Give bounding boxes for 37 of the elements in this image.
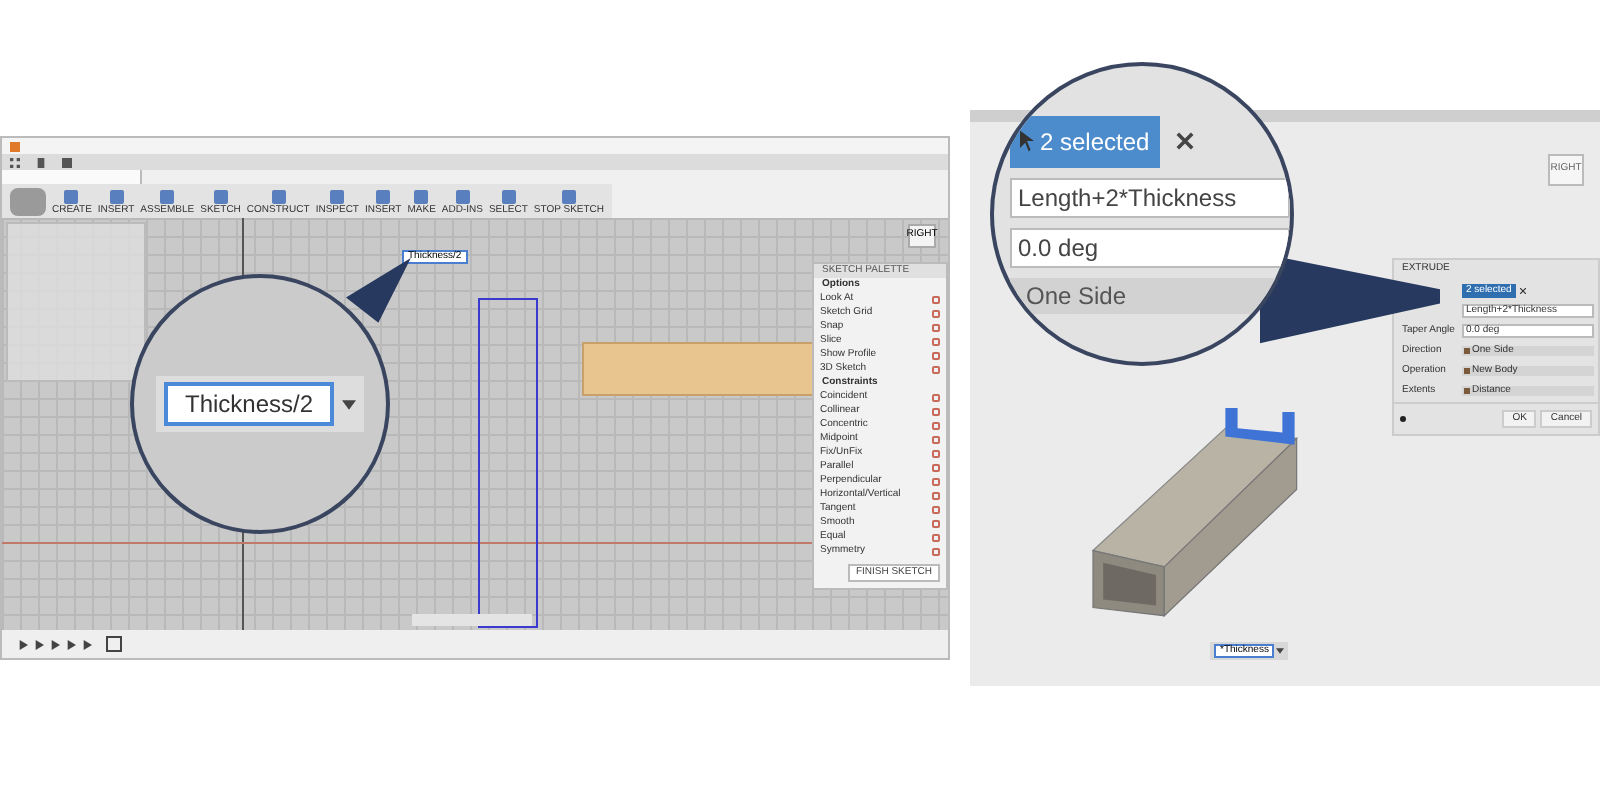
checkbox-icon[interactable] [932,365,940,373]
tool-icon [376,190,391,204]
option-icon [1464,367,1470,373]
input-field[interactable]: Length+2*Thickness [1010,177,1290,217]
workspace-button[interactable] [10,188,46,216]
tool-icon [455,190,470,204]
checkbox-icon[interactable] [932,295,940,303]
checkbox-icon[interactable] [932,337,940,345]
dimension-input[interactable]: Thickness/2 [156,376,364,432]
tool-icon [271,190,286,204]
navigation-bar [412,614,532,626]
selection-button[interactable]: 2 selected [1010,115,1160,167]
tool-icon [160,190,175,204]
cursor-icon [1020,130,1034,152]
checkbox-icon[interactable] [932,351,940,359]
input-field[interactable]: 0.0 deg [1010,227,1290,267]
info-icon[interactable] [1400,416,1406,422]
option-icon [1464,347,1470,353]
checkbox-icon[interactable] [932,323,940,331]
caret-icon [341,399,356,409]
caret-icon [1276,648,1285,654]
app-logo-icon [10,141,20,151]
grid-menu-icon[interactable] [10,157,20,167]
sketch-feature-icon[interactable] [106,636,122,652]
close-icon[interactable] [1519,287,1526,293]
option-icon [1464,387,1470,393]
tool-icon [109,190,124,204]
tool-icon [213,190,228,204]
checkbox-icon[interactable] [932,309,940,317]
tool-icon [501,190,516,204]
tool-icon [414,190,429,204]
tool-icon [330,190,345,204]
tool-icon [64,190,79,204]
tool-icon [561,190,576,204]
file-icon[interactable] [36,157,46,167]
close-icon[interactable] [1175,132,1194,150]
save-icon[interactable] [62,157,72,167]
